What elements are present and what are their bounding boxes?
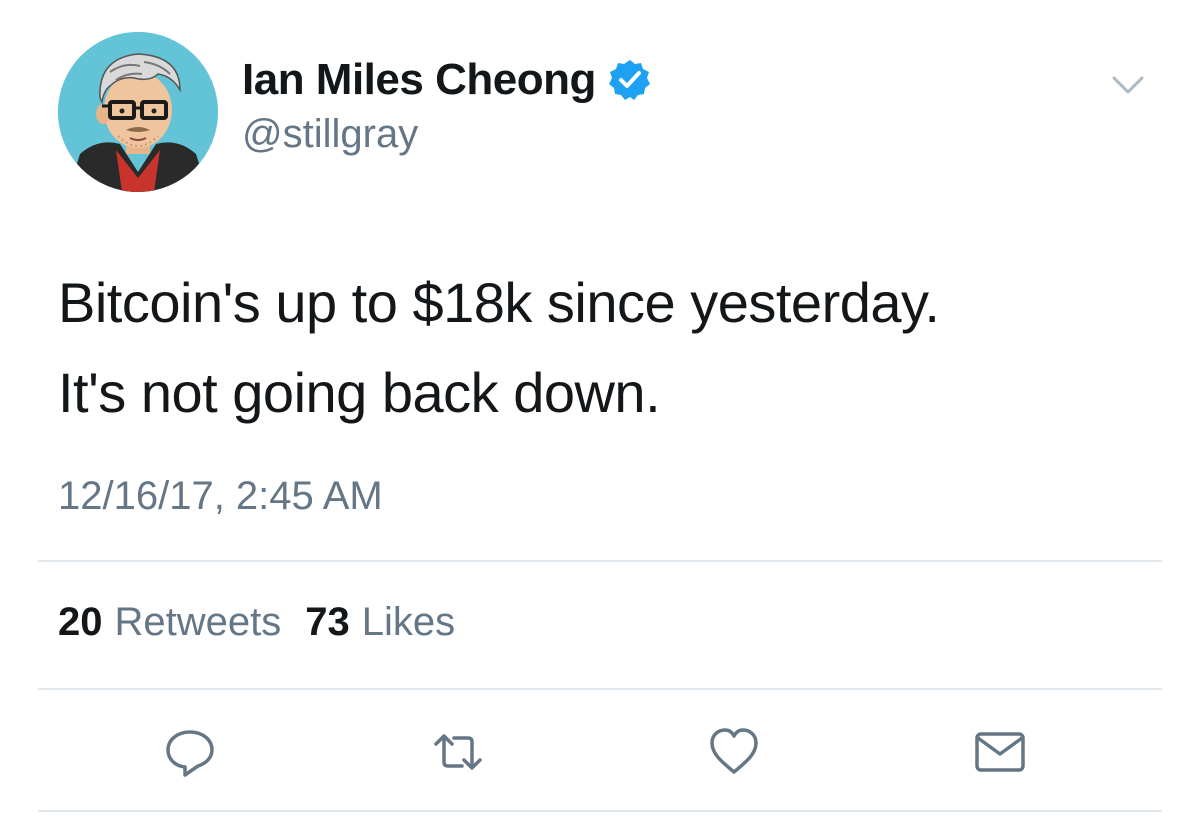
tweet-stats: 20 Retweets 73 Likes bbox=[58, 600, 455, 645]
avatar[interactable] bbox=[58, 32, 218, 192]
tweet-timestamp[interactable]: 12/16/17, 2:45 AM bbox=[58, 474, 383, 519]
display-name[interactable]: Ian Miles Cheong bbox=[242, 55, 596, 105]
retweets-count: 20 bbox=[58, 600, 103, 644]
reply-button[interactable] bbox=[160, 722, 220, 782]
tweet-card: Ian Miles Cheong @stillgray Bitcoin's up… bbox=[0, 0, 1200, 830]
retweet-button[interactable] bbox=[428, 722, 488, 782]
user-handle[interactable]: @stillgray bbox=[242, 112, 418, 157]
divider bbox=[38, 688, 1162, 690]
tweet-text-line: It's not going back down. bbox=[58, 361, 661, 424]
likes-count: 73 bbox=[305, 600, 350, 644]
verified-badge-icon bbox=[608, 58, 652, 102]
divider bbox=[38, 810, 1162, 812]
like-button[interactable] bbox=[704, 722, 764, 782]
likes-stat[interactable]: 73 Likes bbox=[305, 600, 455, 645]
reply-icon bbox=[166, 730, 214, 777]
retweet-icon bbox=[434, 734, 482, 770]
heart-icon bbox=[710, 728, 758, 774]
chevron-down-icon[interactable] bbox=[1108, 68, 1148, 100]
retweets-stat[interactable]: 20 Retweets bbox=[58, 600, 281, 645]
divider bbox=[38, 560, 1162, 562]
tweet-text: Bitcoin's up to $18k since yesterday. It… bbox=[58, 258, 1158, 438]
author-name-row: Ian Miles Cheong bbox=[242, 52, 652, 108]
retweets-label: Retweets bbox=[114, 600, 282, 644]
envelope-icon bbox=[975, 732, 1025, 772]
likes-label: Likes bbox=[361, 600, 456, 644]
direct-message-button[interactable] bbox=[970, 722, 1030, 782]
avatar-illustration bbox=[58, 32, 218, 192]
tweet-text-line: Bitcoin's up to $18k since yesterday. bbox=[58, 271, 940, 334]
